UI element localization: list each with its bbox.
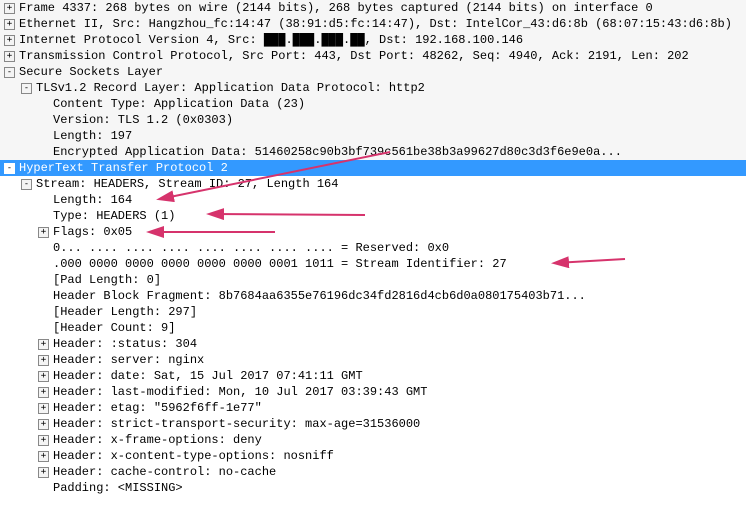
tree-label: Header: :status: 304	[53, 336, 746, 352]
tree-label: Header: cache-control: no-cache	[53, 464, 746, 480]
tree-row[interactable]: Encrypted Application Data: 51460258c90b…	[0, 144, 746, 160]
top-tree-section: + Frame 4337: 268 bytes on wire (2144 bit…	[0, 0, 746, 160]
tree-row[interactable]: + Header: etag: "5962f6ff-1e77"	[0, 400, 746, 416]
tree-label: Content Type: Application Data (23)	[53, 96, 746, 112]
tree-label: Encrypted Application Data: 51460258c90b…	[53, 144, 746, 160]
expand-icon[interactable]: +	[38, 227, 49, 238]
tree-label: Secure Sockets Layer	[19, 64, 746, 80]
bottom-tree-section: -Stream: HEADERS, Stream ID: 27, Length …	[0, 176, 746, 496]
toggle-placeholder	[38, 128, 49, 139]
expand-icon[interactable]: +	[38, 419, 49, 430]
tree-label: [Header Count: 9]	[53, 320, 746, 336]
tree-row[interactable]: Length: 164	[0, 192, 746, 208]
tree-row[interactable]: + Header: cache-control: no-cache	[0, 464, 746, 480]
tree-row[interactable]: [Header Length: 297]	[0, 304, 746, 320]
toggle-placeholder	[38, 304, 49, 315]
tree-row[interactable]: Padding: <MISSING>	[0, 480, 746, 496]
toggle-placeholder	[38, 320, 49, 331]
expand-icon[interactable]: +	[4, 51, 15, 62]
tree-row[interactable]: [Header Count: 9]	[0, 320, 746, 336]
expand-icon[interactable]: +	[38, 467, 49, 478]
toggle-placeholder	[38, 208, 49, 219]
tree-row[interactable]: + Header: date: Sat, 15 Jul 2017 07:41:11…	[0, 368, 746, 384]
tree-row[interactable]: Content Type: Application Data (23)	[0, 96, 746, 112]
tree-label: Header: x-content-type-options: nosniff	[53, 448, 746, 464]
toggle-placeholder	[38, 96, 49, 107]
tree-label: [Header Length: 297]	[53, 304, 746, 320]
toggle-placeholder	[38, 144, 49, 155]
tree-label: Length: 197	[53, 128, 746, 144]
tree-row[interactable]: + Header: last-modified: Mon, 10 Jul 2017…	[0, 384, 746, 400]
http2-protocol-row[interactable]: - HyperText Transfer Protocol 2	[0, 160, 746, 176]
tree-label: Type: HEADERS (1)	[53, 208, 746, 224]
tree-row[interactable]: + Frame 4337: 268 bytes on wire (2144 bit…	[0, 0, 746, 16]
expand-icon[interactable]: +	[38, 339, 49, 350]
expand-icon[interactable]: +	[38, 451, 49, 462]
tree-label: Header: date: Sat, 15 Jul 2017 07:41:11 …	[53, 368, 746, 384]
expand-icon[interactable]: +	[38, 355, 49, 366]
tree-label: .000 0000 0000 0000 0000 0000 0001 1011 …	[53, 256, 746, 272]
tree-row[interactable]: + Header: server: nginx	[0, 352, 746, 368]
expand-icon[interactable]: +	[4, 35, 15, 46]
tree-label: Length: 164	[53, 192, 746, 208]
tree-label: [Pad Length: 0]	[53, 272, 746, 288]
tree-label: Header: etag: "5962f6ff-1e77"	[53, 400, 746, 416]
tree-label: Header Block Fragment: 8b7684aa6355e7619…	[53, 288, 746, 304]
tree-row[interactable]: + Header: x-frame-options: deny	[0, 432, 746, 448]
expand-icon[interactable]: +	[4, 3, 15, 14]
tree-row[interactable]: [Pad Length: 0]	[0, 272, 746, 288]
collapse-icon[interactable]: -	[21, 179, 32, 190]
expand-icon[interactable]: +	[38, 387, 49, 398]
tree-label: Internet Protocol Version 4, Src: ███.██…	[19, 32, 746, 48]
tree-label: Header: server: nginx	[53, 352, 746, 368]
toggle-placeholder	[38, 256, 49, 267]
tree-label: Frame 4337: 268 bytes on wire (2144 bits…	[19, 0, 746, 16]
tree-label: Flags: 0x05	[53, 224, 746, 240]
tree-row[interactable]: .000 0000 0000 0000 0000 0000 0001 1011 …	[0, 256, 746, 272]
tree-row[interactable]: + Transmission Control Protocol, Src Port…	[0, 48, 746, 64]
expand-icon[interactable]: +	[38, 435, 49, 446]
expand-icon[interactable]: +	[4, 19, 15, 30]
tree-label: 0... .... .... .... .... .... .... .... …	[53, 240, 746, 256]
tree-row[interactable]: + Internet Protocol Version 4, Src: ███.█…	[0, 32, 746, 48]
collapse-icon[interactable]: -	[4, 67, 15, 78]
expand-icon[interactable]: +	[38, 403, 49, 414]
tree-row[interactable]: Version: TLS 1.2 (0x0303)	[0, 112, 746, 128]
packet-details-pane: + Frame 4337: 268 bytes on wire (2144 bit…	[0, 0, 746, 496]
toggle-placeholder	[38, 272, 49, 283]
toggle-placeholder	[38, 240, 49, 251]
collapse-icon[interactable]: -	[21, 83, 32, 94]
tree-label: Ethernet II, Src: Hangzhou_fc:14:47 (38:…	[19, 16, 746, 32]
tree-label: Header: x-frame-options: deny	[53, 432, 746, 448]
toggle-placeholder	[38, 192, 49, 203]
tree-label: TLSv1.2 Record Layer: Application Data P…	[36, 80, 746, 96]
tree-label: Header: strict-transport-security: max-a…	[53, 416, 746, 432]
tree-row[interactable]: Length: 197	[0, 128, 746, 144]
tree-row[interactable]: + Header: strict-transport-security: max-…	[0, 416, 746, 432]
tree-label: Header: last-modified: Mon, 10 Jul 2017 …	[53, 384, 746, 400]
tree-label: Stream: HEADERS, Stream ID: 27, Length 1…	[36, 176, 746, 192]
tree-label: Version: TLS 1.2 (0x0303)	[53, 112, 746, 128]
tree-row[interactable]: + Header: :status: 304	[0, 336, 746, 352]
tree-row[interactable]: + Flags: 0x05	[0, 224, 746, 240]
tree-row[interactable]: -TLSv1.2 Record Layer: Application Data …	[0, 80, 746, 96]
toggle-placeholder	[38, 112, 49, 123]
tree-label: Transmission Control Protocol, Src Port:…	[19, 48, 746, 64]
tree-row[interactable]: -Secure Sockets Layer	[0, 64, 746, 80]
tree-row[interactable]: + Header: x-content-type-options: nosniff	[0, 448, 746, 464]
toggle-placeholder	[38, 288, 49, 299]
tree-row[interactable]: Type: HEADERS (1)	[0, 208, 746, 224]
http2-label: HyperText Transfer Protocol 2	[19, 160, 746, 176]
tree-label: Padding: <MISSING>	[53, 480, 746, 496]
tree-row[interactable]: Header Block Fragment: 8b7684aa6355e7619…	[0, 288, 746, 304]
tree-row[interactable]: + Ethernet II, Src: Hangzhou_fc:14:47 (38…	[0, 16, 746, 32]
tree-row[interactable]: -Stream: HEADERS, Stream ID: 27, Length …	[0, 176, 746, 192]
toggle-placeholder	[38, 480, 49, 491]
expand-icon[interactable]: +	[38, 371, 49, 382]
expander-icon[interactable]: -	[4, 163, 15, 174]
tree-row[interactable]: 0... .... .... .... .... .... .... .... …	[0, 240, 746, 256]
